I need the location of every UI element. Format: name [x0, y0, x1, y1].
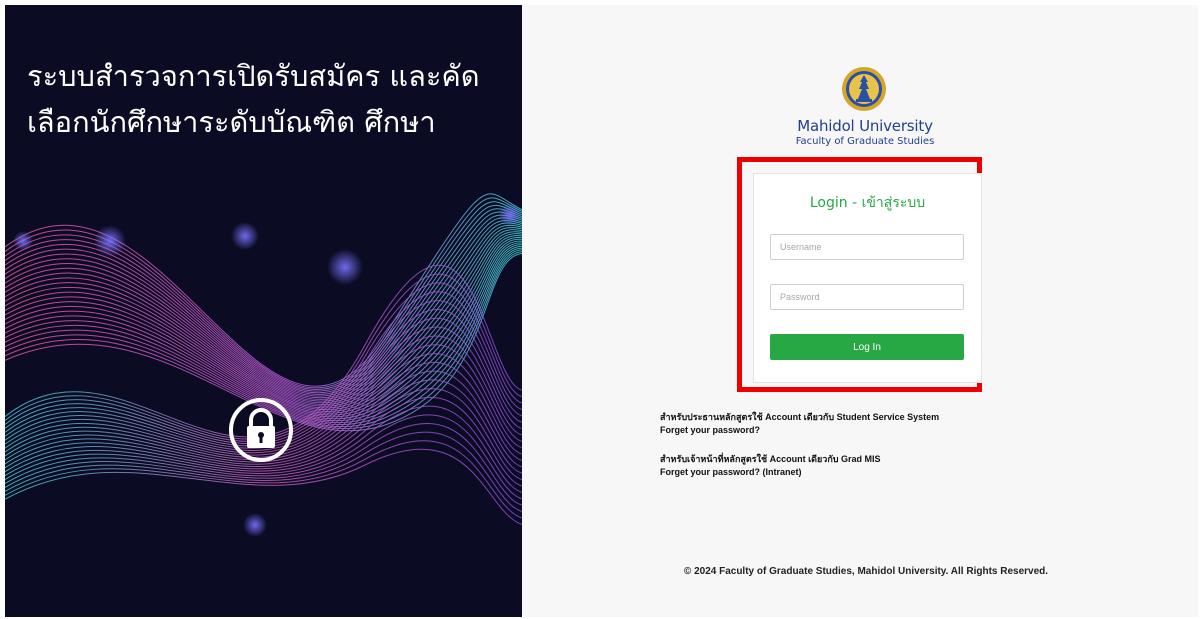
help-block-grad-mis: สำหรับเจ้าหน้าที่หลักสูตรใช้ Account เดี…	[660, 453, 1020, 479]
university-seal-icon	[842, 67, 886, 111]
university-name: Mahidol University	[797, 117, 933, 135]
forgot-password-intranet-link[interactable]: Forget your password? (Intranet)	[660, 466, 1020, 479]
login-panel: Mahidol University Faculty of Graduate S…	[522, 5, 1198, 617]
padlock-icon	[229, 398, 293, 462]
login-form: Login - เข้าสู่ระบบ Log In	[753, 173, 982, 383]
help-block-student-service: สำหรับประธานหลักสูตรใช้ Account เดียวกับ…	[660, 411, 1020, 437]
faculty-name: Faculty of Graduate Studies	[795, 136, 935, 147]
login-title: Login - เข้าสู่ระบบ	[809, 195, 926, 211]
copyright-footer: © 2024 Faculty of Graduate Studies, Mahi…	[683, 566, 1049, 577]
forgot-password-link[interactable]: Forget your password?	[660, 424, 1020, 437]
login-button[interactable]: Log In	[770, 334, 964, 360]
help-note: สำหรับประธานหลักสูตรใช้ Account เดียวกับ…	[660, 412, 940, 422]
hero-title: ระบบสำรวจการเปิดรับสมัคร และคัดเลือกนักศ…	[27, 59, 480, 139]
hero-panel: ระบบสำรวจการเปิดรับสมัคร และคัดเลือกนักศ…	[5, 5, 522, 617]
password-input[interactable]	[770, 284, 964, 310]
help-note: สำหรับเจ้าหน้าที่หลักสูตรใช้ Account เดี…	[660, 454, 881, 464]
username-input[interactable]	[770, 234, 964, 260]
